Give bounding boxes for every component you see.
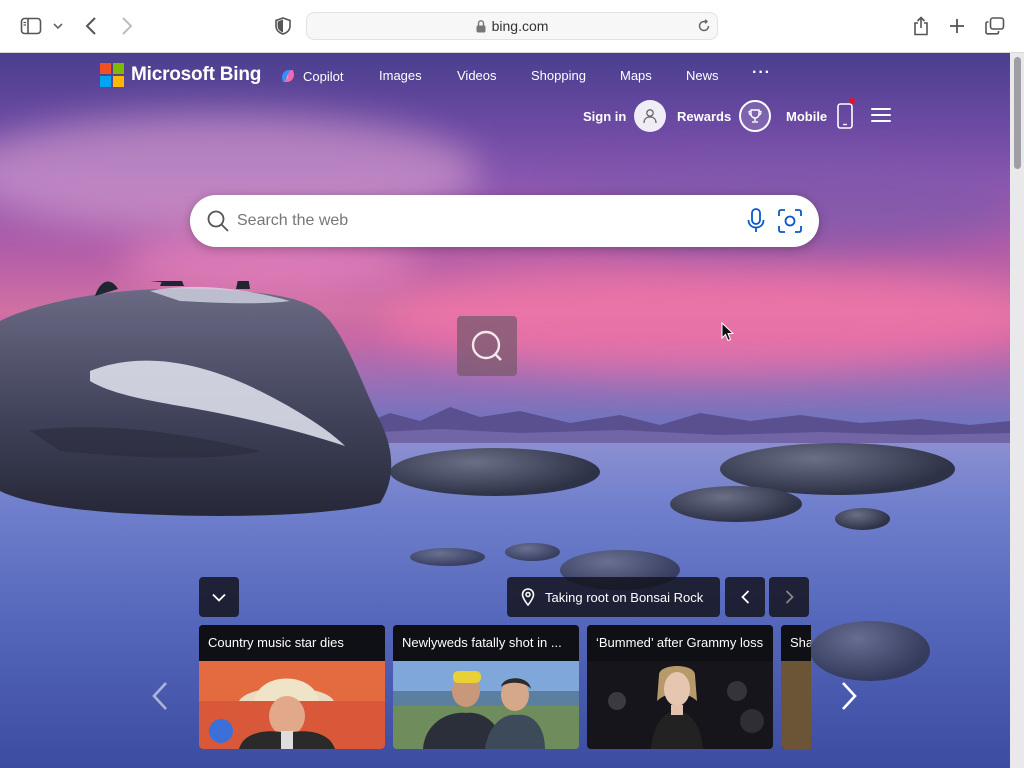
search-input[interactable] <box>237 208 717 234</box>
tab-overview-button[interactable] <box>982 13 1008 39</box>
mobile-button[interactable]: Mobile <box>786 99 853 133</box>
chevron-down-icon <box>53 23 63 30</box>
nav-copilot[interactable]: Copilot <box>280 68 343 84</box>
nav-label: News <box>686 68 719 83</box>
nav-label: Copilot <box>303 68 344 84</box>
lock-icon <box>476 19 486 33</box>
background-rock <box>390 448 600 496</box>
sign-in-label: Sign in <box>583 108 627 124</box>
shield-icon <box>275 17 291 35</box>
chevron-left-icon <box>85 17 96 35</box>
background-rock <box>810 621 930 681</box>
nav-shopping[interactable]: Shopping <box>531 68 586 83</box>
bing-logo[interactable]: Microsoft Bing <box>100 63 261 87</box>
microsoft-logo-icon <box>100 63 124 87</box>
news-card[interactable]: Sha <box>781 625 811 749</box>
nav-images[interactable]: Images <box>379 68 422 83</box>
feed-previous-arrow[interactable] <box>150 681 170 711</box>
chevron-right-icon <box>122 17 133 35</box>
more-menu-button[interactable]: ··· <box>752 64 771 82</box>
bing-homepage: Microsoft Bing Copilot Images Videos Sho… <box>0 53 1010 768</box>
copilot-search-button[interactable] <box>457 316 517 376</box>
share-button[interactable] <box>908 13 934 39</box>
background-rock <box>505 543 560 561</box>
nav-news[interactable]: News <box>686 68 719 83</box>
previous-image-button[interactable] <box>725 577 765 617</box>
more-icon: ··· <box>752 64 771 81</box>
news-card[interactable]: Newlyweds fatally shot in ... <box>393 625 579 749</box>
news-card[interactable]: Country music star dies <box>199 625 385 749</box>
reload-icon[interactable] <box>697 19 711 33</box>
notification-dot <box>849 98 855 104</box>
new-tab-button[interactable] <box>944 13 970 39</box>
back-button[interactable] <box>78 13 104 39</box>
news-card-image <box>393 661 579 749</box>
user-icon <box>634 100 667 132</box>
background-rock <box>835 508 890 530</box>
chevron-left-icon <box>740 590 749 604</box>
background-rock <box>410 548 485 566</box>
sidebar-icon <box>20 17 42 35</box>
news-card-title: Newlyweds fatally shot in ... <box>393 625 579 661</box>
url-text: bing.com <box>491 18 549 34</box>
background-mountains <box>360 407 1010 448</box>
feed-next-arrow[interactable] <box>839 681 859 711</box>
settings-menu-button[interactable] <box>871 107 893 125</box>
nav-label: Videos <box>457 68 497 83</box>
visual-search-icon[interactable] <box>777 208 803 239</box>
background-rock <box>670 486 802 522</box>
address-bar[interactable]: bing.com <box>306 12 718 40</box>
location-pin-icon <box>521 588 535 606</box>
forward-button[interactable] <box>114 13 140 39</box>
news-card-title: Sha <box>781 625 811 661</box>
mobile-label: Mobile <box>786 108 828 124</box>
tabs-icon <box>985 17 1005 35</box>
privacy-report-button[interactable] <box>270 13 296 39</box>
news-card-image <box>587 661 773 749</box>
brand-name: Microsoft Bing <box>131 64 262 85</box>
copilot-icon <box>282 70 294 82</box>
nav-videos[interactable]: Videos <box>457 68 497 83</box>
share-icon <box>914 16 928 36</box>
chevron-right-icon <box>785 590 794 604</box>
phone-icon <box>837 103 853 129</box>
rewards-button[interactable]: Rewards <box>677 99 772 133</box>
search-icon <box>206 209 230 238</box>
sign-in-button[interactable]: Sign in <box>583 99 667 133</box>
search-loop-icon <box>471 330 502 361</box>
chevron-down-icon <box>212 593 226 602</box>
next-image-button[interactable] <box>769 577 809 617</box>
browser-toolbar: bing.com <box>0 0 1024 53</box>
news-card-title: Country music star dies <box>199 625 385 661</box>
tab-group-dropdown[interactable] <box>48 13 68 39</box>
collapse-feed-button[interactable] <box>199 577 239 617</box>
news-card[interactable]: ‘Bummed’ after Grammy loss <box>587 625 773 749</box>
rewards-label: Rewards <box>677 108 732 124</box>
image-location-label: Taking root on Bonsai Rock <box>545 589 704 605</box>
nav-label: Maps <box>620 68 652 83</box>
plus-icon <box>950 19 964 33</box>
voice-search-icon[interactable] <box>746 208 766 239</box>
news-card-image <box>199 661 385 749</box>
news-carousel: Country music star dies Newlyweds fatall… <box>199 625 811 749</box>
nav-maps[interactable]: Maps <box>620 68 652 83</box>
nav-label: Shopping <box>531 68 586 83</box>
sidebar-toggle-button[interactable] <box>18 13 44 39</box>
hamburger-icon <box>871 108 891 110</box>
search-box <box>190 195 819 247</box>
nav-label: Images <box>379 68 422 83</box>
mouse-cursor-icon <box>721 322 735 342</box>
bonsai-rock <box>0 281 392 516</box>
trophy-icon <box>739 100 772 132</box>
news-card-image <box>781 661 811 749</box>
image-location-button[interactable]: Taking root on Bonsai Rock <box>507 577 720 617</box>
scrollbar-thumb[interactable] <box>1014 57 1021 169</box>
news-card-title: ‘Bummed’ after Grammy loss <box>587 625 773 661</box>
page-scrollbar[interactable] <box>1010 53 1024 768</box>
